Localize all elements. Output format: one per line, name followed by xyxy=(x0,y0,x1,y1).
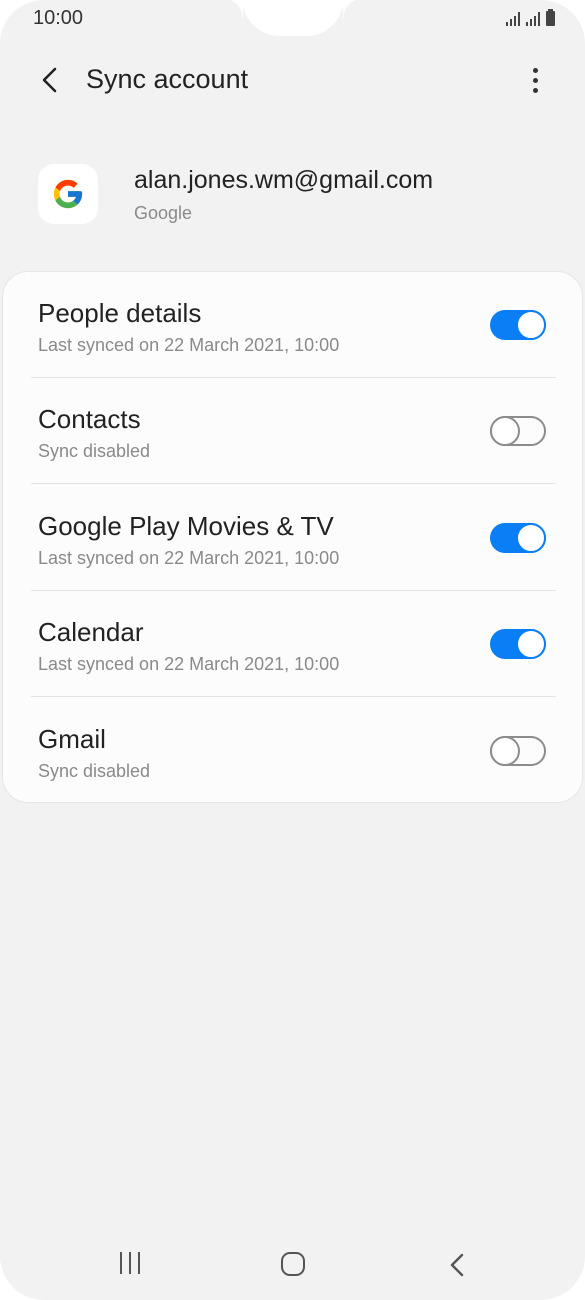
status-time: 10:00 xyxy=(33,7,84,29)
google-logo-icon xyxy=(38,164,98,224)
more-vert-icon xyxy=(532,67,538,73)
phone-screen: 10:00 Sync account alan.jones.wm@gmail.c… xyxy=(0,0,585,1300)
account-email: alan.jones.wm@gmail.com xyxy=(134,166,434,194)
sync-item-status: Last synced on 22 March 2021, 10:00 xyxy=(38,548,340,568)
home-button[interactable] xyxy=(279,1250,307,1278)
sync-item-google-play-movies[interactable]: Google Play Movies & TV Last synced on 2… xyxy=(3,485,584,591)
sync-toggle-gmail[interactable] xyxy=(490,736,546,766)
page-title: Sync account xyxy=(86,64,249,94)
sync-toggle-google-play-movies[interactable] xyxy=(490,523,546,553)
sync-item-title: Gmail xyxy=(38,724,106,754)
sync-toggle-contacts[interactable] xyxy=(490,416,546,446)
sync-item-gmail[interactable]: Gmail Sync disabled xyxy=(3,698,584,804)
signal-icon xyxy=(526,12,540,26)
sync-item-people-details[interactable]: People details Last synced on 22 March 2… xyxy=(3,272,584,378)
sync-toggle-calendar[interactable] xyxy=(490,629,546,659)
sync-item-status: Last synced on 22 March 2021, 10:00 xyxy=(38,335,340,355)
sync-item-title: Calendar xyxy=(38,617,144,647)
nav-back-button[interactable] xyxy=(442,1250,472,1280)
sync-item-contacts[interactable]: Contacts Sync disabled xyxy=(3,378,584,484)
sync-item-status: Sync disabled xyxy=(38,761,151,781)
chevron-left-icon xyxy=(42,67,57,93)
back-icon xyxy=(450,1253,464,1277)
app-bar: Sync account xyxy=(0,50,585,110)
divider xyxy=(31,696,556,697)
sync-items-card: People details Last synced on 22 March 2… xyxy=(2,271,583,803)
sync-toggle-people-details[interactable] xyxy=(490,310,546,340)
camera-notch xyxy=(223,0,363,36)
recent-apps-icon xyxy=(120,1252,122,1274)
more-options-button[interactable] xyxy=(515,60,555,100)
sync-item-title: Google Play Movies & TV xyxy=(38,511,334,541)
divider xyxy=(31,483,556,484)
sync-item-title: People details xyxy=(38,298,202,328)
sync-item-calendar[interactable]: Calendar Last synced on 22 March 2021, 1… xyxy=(3,591,584,697)
account-header: alan.jones.wm@gmail.com Google xyxy=(0,160,585,240)
system-nav-bar xyxy=(0,1232,585,1292)
sync-item-status: Last synced on 22 March 2021, 10:00 xyxy=(38,654,340,674)
account-type: Google xyxy=(134,203,193,223)
recent-apps-button[interactable] xyxy=(112,1252,148,1278)
sync-item-title: Contacts xyxy=(38,404,141,434)
status-icons xyxy=(506,8,555,26)
signal-icon xyxy=(506,12,520,26)
sync-item-status: Sync disabled xyxy=(38,441,151,461)
back-button[interactable] xyxy=(30,60,70,100)
battery-icon xyxy=(546,9,555,26)
home-icon xyxy=(281,1252,305,1276)
